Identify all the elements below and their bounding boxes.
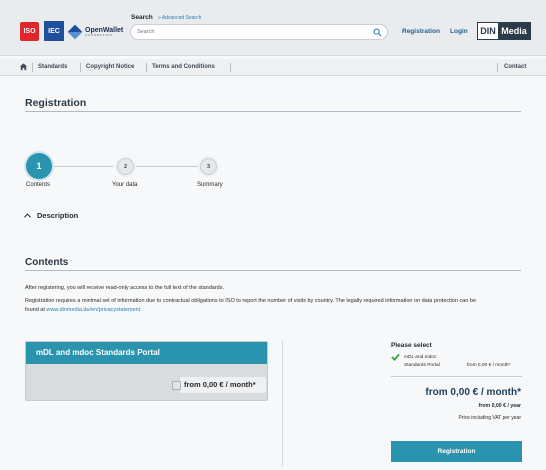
column-divider [282, 341, 283, 466]
nav-divider [230, 63, 231, 72]
stepper-connector [135, 166, 199, 167]
product-checkbox[interactable] [172, 381, 181, 390]
product-card-price: from 0,00 € / month* [184, 380, 256, 389]
main-nav: Standards Copyright Notice Terms and Con… [0, 59, 546, 76]
step-2-circle: 2 [117, 158, 134, 175]
nav-item-contact[interactable]: Contact [504, 64, 526, 70]
advanced-search-link[interactable]: » Advanced Search [158, 15, 201, 21]
contents-paragraph-2: Registration requires a minimal set of i… [25, 298, 477, 304]
search-icon[interactable] [373, 28, 382, 37]
selected-item-name-line1: mDL and mdoc [404, 355, 437, 360]
privacy-line: found at www.dinmedia.de/en/privacystate… [25, 306, 521, 315]
home-icon[interactable] [19, 62, 28, 71]
contents-heading: Contents [25, 257, 69, 268]
search-box [130, 24, 388, 40]
nav-divider [32, 63, 33, 72]
nav-divider [80, 63, 81, 72]
iso-logo[interactable]: ISO [20, 22, 39, 41]
openwallet-logo[interactable]: OpenWallet FOUNDATION [67, 22, 123, 41]
privacy-prefix: found at [25, 307, 47, 313]
total-yearly-price: from 0,00 € / year [478, 403, 521, 409]
step-1-label: Contents [26, 182, 51, 188]
selected-item-price: from 0,00 € / month* [467, 363, 511, 368]
iec-logo-text: IEC [48, 27, 60, 35]
description-toggle[interactable]: Description [24, 211, 78, 220]
vat-note: Price including VAT per year [458, 415, 521, 421]
chevron-up-icon [24, 213, 31, 218]
din-logo-text: DIN [478, 23, 498, 39]
contents-divider [25, 270, 521, 271]
privacy-statement-link[interactable]: www.dinmedia.de/en/privacystatement [46, 307, 140, 313]
total-monthly-price: from 0,00 € / month* [425, 387, 521, 398]
selected-item-name-line2: Standards Portal [404, 363, 440, 368]
nav-divider [146, 63, 147, 72]
step-3-circle: 3 [200, 158, 217, 175]
page-title: Registration [25, 97, 87, 109]
checkmark-icon [391, 353, 400, 361]
openwallet-logo-subtext: FOUNDATION [85, 32, 113, 37]
search-input[interactable] [137, 27, 367, 37]
header-registration-link[interactable]: Registration [402, 28, 440, 35]
step-3-label: Summary [197, 182, 223, 188]
description-toggle-label: Description [37, 211, 79, 220]
header-login-link[interactable]: Login [450, 28, 468, 35]
step-2-label: Your data [112, 182, 138, 188]
please-select-heading: Please select [391, 342, 432, 349]
nav-divider [497, 63, 498, 72]
nav-item-standards[interactable]: Standards [38, 64, 67, 70]
openwallet-mark-icon [67, 24, 83, 39]
search-label: Search [131, 14, 153, 21]
iec-logo[interactable]: IEC [44, 21, 64, 41]
title-divider [25, 111, 521, 112]
nav-item-terms[interactable]: Terms and Conditions [152, 64, 215, 70]
product-card-title: mDL and mdoc Standards Portal [26, 342, 267, 364]
media-logo-text: Media [498, 23, 530, 39]
site-header: ISO IEC OpenWallet FOUNDATION Search » A… [0, 0, 546, 56]
contents-paragraph-1: After registering, you will receive read… [25, 285, 225, 291]
din-media-logo[interactable]: DIN Media [477, 22, 531, 40]
summary-divider [391, 376, 522, 377]
iso-logo-text: ISO [23, 28, 36, 35]
stepper-connector [52, 166, 113, 167]
registration-button[interactable]: Registration [391, 441, 522, 462]
nav-item-copyright-notice[interactable]: Copyright Notice [86, 64, 134, 70]
step-1-circle[interactable]: 1 [26, 153, 52, 179]
product-card[interactable]: mDL and mdoc Standards Portal from 0,00 … [25, 341, 268, 401]
